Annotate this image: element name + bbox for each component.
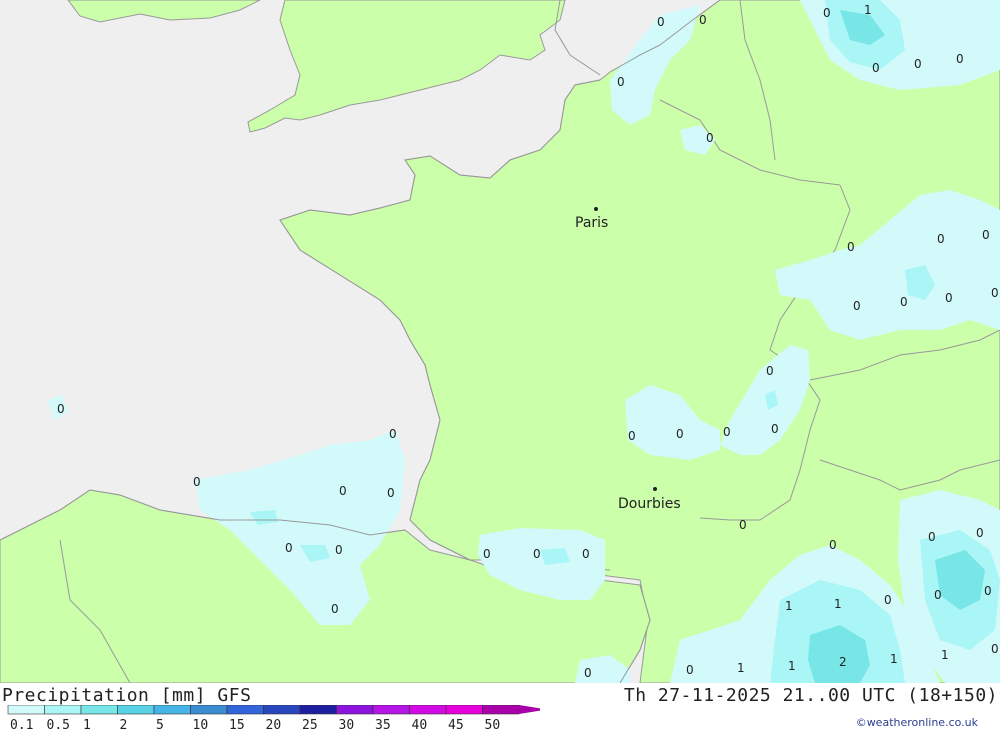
value-label: 0 bbox=[389, 427, 397, 441]
legend-swatch bbox=[263, 705, 301, 715]
legend-label: 1 bbox=[83, 718, 91, 733]
value-label: 0 bbox=[339, 484, 347, 498]
value-label: 1 bbox=[785, 599, 793, 613]
legend-label: 40 bbox=[412, 718, 428, 733]
value-label: 0 bbox=[193, 475, 201, 489]
value-label: 0 bbox=[699, 13, 707, 27]
value-label: 1 bbox=[890, 652, 898, 666]
legend-swatch bbox=[372, 705, 410, 715]
value-label: 0 bbox=[771, 422, 779, 436]
legend-label: 2 bbox=[120, 718, 128, 733]
precip-area-pyrenees-mid bbox=[540, 548, 570, 565]
legend-swatch bbox=[409, 705, 447, 715]
city-dot-paris bbox=[594, 207, 598, 211]
value-label: 0 bbox=[884, 593, 892, 607]
value-label: 0 bbox=[57, 402, 65, 416]
legend-swatch bbox=[482, 705, 520, 715]
city-label-paris: Paris bbox=[575, 215, 608, 231]
legend-swatch bbox=[226, 705, 264, 715]
legend-swatch bbox=[190, 705, 228, 715]
legend-label: 0.5 bbox=[47, 718, 70, 733]
city-dot-dourbies bbox=[653, 487, 657, 491]
value-label: 0 bbox=[928, 530, 936, 544]
value-label: 0 bbox=[387, 486, 395, 500]
value-label: 0 bbox=[872, 61, 880, 75]
value-label: 0 bbox=[335, 543, 343, 557]
value-label: 0 bbox=[582, 547, 590, 561]
value-label: 0 bbox=[900, 295, 908, 309]
legend-label: 5 bbox=[156, 718, 164, 733]
value-label: 0 bbox=[676, 427, 684, 441]
legend-swatch bbox=[445, 705, 483, 715]
value-label: 2 bbox=[839, 655, 847, 669]
value-label: 0 bbox=[628, 429, 636, 443]
value-label: 0 bbox=[723, 425, 731, 439]
legend-label: 15 bbox=[229, 718, 245, 733]
value-label: 0 bbox=[739, 518, 747, 532]
legend-label: 25 bbox=[302, 718, 318, 733]
value-label: 0 bbox=[829, 538, 837, 552]
value-label: 0 bbox=[533, 547, 541, 561]
value-label: 0 bbox=[914, 57, 922, 71]
value-label: 0 bbox=[984, 584, 992, 598]
value-label: 1 bbox=[737, 661, 745, 675]
legend-swatch bbox=[7, 705, 45, 715]
value-label: 0 bbox=[483, 547, 491, 561]
value-label: 0 bbox=[823, 6, 831, 20]
legend-swatch bbox=[80, 705, 118, 715]
legend-label: 20 bbox=[266, 718, 282, 733]
legend-swatch bbox=[44, 705, 82, 715]
value-label: 0 bbox=[331, 602, 339, 616]
value-label: 0 bbox=[945, 291, 953, 305]
value-label: 1 bbox=[864, 3, 872, 17]
value-label: 0 bbox=[706, 131, 714, 145]
value-label: 0 bbox=[956, 52, 964, 66]
legend-label: 45 bbox=[448, 718, 464, 733]
value-label: 0 bbox=[766, 364, 774, 378]
value-label: 0 bbox=[657, 15, 665, 29]
legend-swatch bbox=[299, 705, 337, 715]
value-label: 0 bbox=[285, 541, 293, 555]
value-label: 0 bbox=[617, 75, 625, 89]
value-label: 0 bbox=[847, 240, 855, 254]
value-label: 0 bbox=[982, 228, 990, 242]
value-label: 0 bbox=[853, 299, 861, 313]
legend-swatch bbox=[153, 705, 191, 715]
value-label: 0 bbox=[686, 663, 694, 677]
value-label: 1 bbox=[834, 597, 842, 611]
legend-arrow-icon bbox=[519, 705, 540, 714]
credit-link[interactable]: ©weatheronline.co.uk bbox=[856, 716, 978, 729]
value-label: 0 bbox=[937, 232, 945, 246]
legend-label: 50 bbox=[485, 718, 501, 733]
legend-label: 35 bbox=[375, 718, 391, 733]
legend-label: 0.1 bbox=[10, 718, 33, 733]
value-label: 0 bbox=[991, 642, 999, 656]
legend-label: 30 bbox=[339, 718, 355, 733]
legend-label: 10 bbox=[193, 718, 209, 733]
city-label-dourbies: Dourbies bbox=[618, 496, 681, 512]
map-footer: Precipitation [mm] GFS Th 27-11-2025 21.… bbox=[0, 683, 1000, 733]
value-label: 0 bbox=[584, 666, 592, 680]
value-label: 0 bbox=[976, 526, 984, 540]
legend-swatch bbox=[117, 705, 155, 715]
value-label: 1 bbox=[788, 659, 796, 673]
precipitation-map: Paris Dourbies 0 0 1 0 0 0 0 0 0 0 0 0 0… bbox=[0, 0, 1000, 683]
map-title: Precipitation [mm] GFS bbox=[2, 685, 252, 706]
value-label: 1 bbox=[941, 648, 949, 662]
forecast-time: Th 27-11-2025 21..00 UTC (18+150) bbox=[623, 685, 998, 706]
precip-legend: 0.1 0.5 1 2 5 10 15 20 25 30 35 40 45 50 bbox=[7, 705, 540, 733]
value-label: 0 bbox=[934, 588, 942, 602]
legend-swatch bbox=[336, 705, 374, 715]
value-label: 0 bbox=[991, 286, 999, 300]
